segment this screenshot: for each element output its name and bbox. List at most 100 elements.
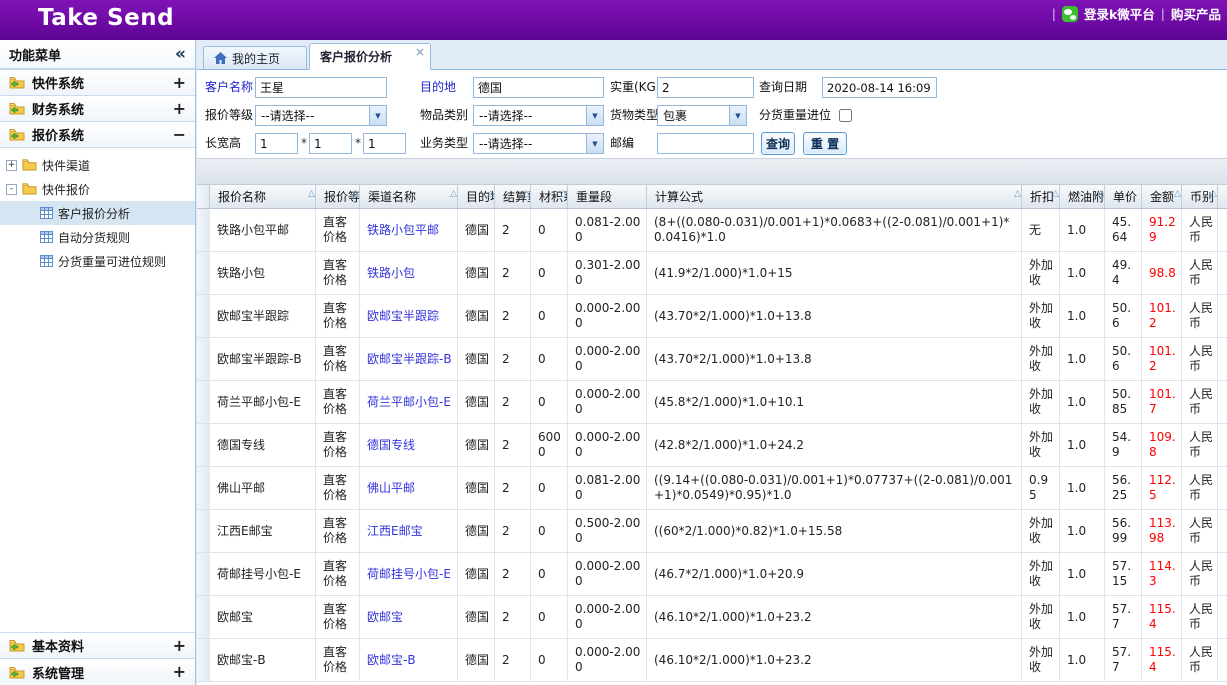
collapse-minus-icon[interactable]: − bbox=[173, 127, 186, 143]
cell-destination: 德国 bbox=[458, 596, 495, 638]
cargo-type-select[interactable]: 包裹 ▼ bbox=[657, 105, 747, 126]
cell-value: 欧邮宝-B bbox=[217, 653, 266, 668]
sort-ascending-icon[interactable]: △ bbox=[487, 189, 494, 199]
row-indicator[interactable] bbox=[197, 424, 210, 466]
sort-ascending-icon[interactable]: △ bbox=[1210, 189, 1217, 199]
channel-link[interactable]: 欧邮宝半跟踪 bbox=[367, 309, 439, 324]
search-button[interactable]: 查询 bbox=[761, 132, 795, 155]
cell-grade: 直客价格 bbox=[316, 510, 360, 552]
chevron-down-icon[interactable]: ▼ bbox=[729, 106, 746, 125]
column-header-channel[interactable]: 渠道名称△ bbox=[360, 185, 458, 208]
channel-link[interactable]: 荷邮挂号小包-E bbox=[367, 567, 451, 582]
close-icon[interactable]: × bbox=[415, 45, 425, 59]
sidebar-item-express-system[interactable]: 快件系统 + bbox=[0, 70, 195, 96]
sidebar-item-finance-system[interactable]: 财务系统 + bbox=[0, 96, 195, 122]
channel-link[interactable]: 佛山平邮 bbox=[367, 481, 415, 496]
column-header-name[interactable]: 报价名称△ bbox=[210, 185, 316, 208]
channel-link[interactable]: 欧邮宝 bbox=[367, 610, 403, 625]
sidebar-item-system-management[interactable]: 系统管理 + bbox=[0, 659, 195, 685]
channel-link[interactable]: 铁路小包平邮 bbox=[367, 223, 439, 238]
query-date-input[interactable] bbox=[822, 77, 937, 98]
customer-name-input[interactable] bbox=[255, 77, 387, 98]
row-indicator[interactable] bbox=[197, 252, 210, 294]
zip-code-input[interactable] bbox=[657, 133, 754, 154]
column-header-amount[interactable]: 金额△ bbox=[1142, 185, 1182, 208]
buy-product-link[interactable]: 购买产品 bbox=[1171, 4, 1221, 23]
channel-link[interactable]: 欧邮宝-B bbox=[367, 653, 416, 668]
cell-formula: (8+((0.080-0.031)/0.001+1)*0.0683+((2-0.… bbox=[647, 209, 1022, 251]
channel-link[interactable]: 江西E邮宝 bbox=[367, 524, 423, 539]
sort-ascending-icon[interactable]: △ bbox=[308, 189, 315, 199]
cell-unit-price: 49.4 bbox=[1105, 252, 1142, 294]
destination-input[interactable] bbox=[473, 77, 604, 98]
sort-ascending-icon[interactable]: △ bbox=[523, 189, 530, 199]
sidebar-item-basic-data[interactable]: 基本资料 + bbox=[0, 633, 195, 659]
reset-button[interactable]: 重 置 bbox=[803, 132, 847, 155]
chevron-down-icon[interactable]: ▼ bbox=[586, 106, 603, 125]
item-category-select[interactable]: --请选择-- ▼ bbox=[473, 105, 604, 126]
cell-destination: 德国 bbox=[458, 424, 495, 466]
chevron-down-icon[interactable]: ▼ bbox=[586, 134, 603, 153]
row-indicator[interactable] bbox=[197, 510, 210, 552]
row-indicator[interactable] bbox=[197, 639, 210, 681]
sort-ascending-icon[interactable]: △ bbox=[1052, 189, 1059, 199]
top-header-bar: Take Send | 登录k微平台 | 购买产品 bbox=[0, 0, 1227, 40]
tree-leaf-split-weight-carry-rules[interactable]: 分货重量可进位规则 bbox=[0, 249, 195, 273]
tab-my-homepage[interactable]: 我的主页 bbox=[203, 46, 307, 70]
cell-destination: 德国 bbox=[458, 338, 495, 380]
split-weight-carry-checkbox[interactable] bbox=[839, 109, 852, 122]
sort-ascending-icon[interactable]: △ bbox=[1097, 189, 1104, 199]
sort-ascending-icon[interactable]: △ bbox=[1014, 189, 1021, 199]
tree-node-express-quote[interactable]: - 快件报价 bbox=[0, 177, 195, 201]
expand-plus-icon[interactable]: + bbox=[173, 638, 186, 654]
tab-bar: 我的主页 客户报价分析 × bbox=[197, 40, 1227, 70]
tree-expander-icon[interactable]: - bbox=[6, 184, 17, 195]
row-indicator[interactable] bbox=[197, 553, 210, 595]
cell-fuel: 1.0 bbox=[1060, 381, 1105, 423]
chevron-down-icon[interactable]: ▼ bbox=[369, 106, 386, 125]
sort-ascending-icon[interactable]: △ bbox=[560, 189, 567, 199]
sidebar-collapse-icon[interactable]: « bbox=[175, 46, 186, 63]
business-type-select[interactable]: --请选择-- ▼ bbox=[473, 133, 604, 154]
row-indicator[interactable] bbox=[197, 381, 210, 423]
tree-expander-icon[interactable]: + bbox=[6, 160, 17, 171]
cell-value: 德国专线 bbox=[217, 438, 265, 453]
tree-leaf-customer-quote-analysis[interactable]: 客户报价分析 bbox=[0, 201, 195, 225]
channel-link[interactable]: 荷兰平邮小包-E bbox=[367, 395, 451, 410]
login-link[interactable]: 登录k微平台 bbox=[1084, 4, 1155, 23]
actual-weight-input[interactable] bbox=[657, 77, 754, 98]
column-header-discount[interactable]: 折扣△ bbox=[1022, 185, 1060, 208]
column-header-settle-weight[interactable]: 结算重量△ bbox=[495, 185, 531, 208]
length-input[interactable] bbox=[255, 133, 298, 154]
column-header-grade[interactable]: 报价等级△ bbox=[316, 185, 360, 208]
height-input[interactable] bbox=[363, 133, 406, 154]
channel-link[interactable]: 欧邮宝半跟踪-B bbox=[367, 352, 452, 367]
cell-value: 113.98 bbox=[1149, 516, 1177, 546]
column-header-formula[interactable]: 计算公式△ bbox=[647, 185, 1022, 208]
width-input[interactable] bbox=[309, 133, 352, 154]
row-indicator[interactable] bbox=[197, 467, 210, 509]
expand-plus-icon[interactable]: + bbox=[173, 101, 186, 117]
sort-ascending-icon[interactable]: △ bbox=[450, 189, 457, 199]
channel-link[interactable]: 德国专线 bbox=[367, 438, 415, 453]
tree-leaf-auto-split-rules[interactable]: 自动分货规则 bbox=[0, 225, 195, 249]
row-indicator[interactable] bbox=[197, 295, 210, 337]
expand-plus-icon[interactable]: + bbox=[173, 75, 186, 91]
row-indicator[interactable] bbox=[197, 209, 210, 251]
tab-customer-quote-analysis[interactable]: 客户报价分析 × bbox=[309, 43, 431, 70]
cell-value: 外加收 bbox=[1029, 258, 1055, 288]
column-header-destination[interactable]: 目的地△ bbox=[458, 185, 495, 208]
sort-ascending-icon[interactable]: △ bbox=[1174, 189, 1181, 199]
expand-plus-icon[interactable]: + bbox=[173, 664, 186, 680]
column-header-fuel[interactable]: 燃油附加△ bbox=[1060, 185, 1105, 208]
column-header-currency[interactable]: 币别△ bbox=[1182, 185, 1218, 208]
row-indicator[interactable] bbox=[197, 338, 210, 380]
sort-ascending-icon[interactable]: △ bbox=[352, 189, 359, 199]
channel-link[interactable]: 铁路小包 bbox=[367, 266, 415, 281]
tree-node-express-channel[interactable]: + 快件渠道 bbox=[0, 153, 195, 177]
column-header-volume-factor[interactable]: 材积系数△ bbox=[531, 185, 568, 208]
sidebar-item-quote-system[interactable]: 报价系统 − bbox=[0, 122, 195, 148]
cell-name: 铁路小包 bbox=[210, 252, 316, 294]
row-indicator[interactable] bbox=[197, 596, 210, 638]
quote-grade-select[interactable]: --请选择-- ▼ bbox=[255, 105, 387, 126]
